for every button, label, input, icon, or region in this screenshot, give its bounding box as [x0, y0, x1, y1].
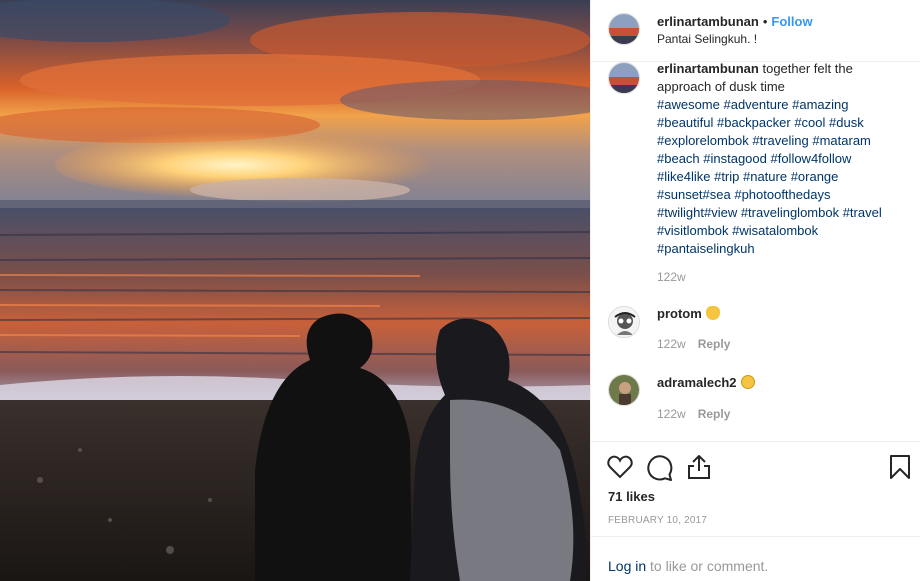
caption-avatar[interactable]	[608, 62, 640, 94]
comment-row: protom	[657, 306, 720, 321]
share-icon[interactable]	[687, 454, 711, 483]
login-link[interactable]: Log in	[608, 558, 646, 574]
post-photo[interactable]	[0, 0, 590, 581]
comment-avatar[interactable]	[608, 374, 640, 406]
likes-count[interactable]: 71 likes	[608, 489, 655, 504]
post-actions: 71 likes FEBRUARY 10, 2017	[591, 441, 920, 535]
caption-time[interactable]: 122w	[657, 270, 686, 284]
login-bar: Log in to like or comment.	[591, 536, 920, 581]
post-location[interactable]: Pantai Selingkuh. !	[657, 32, 757, 46]
comment-time[interactable]: 122w	[657, 337, 686, 351]
post-username[interactable]: erlinartambunan	[657, 14, 759, 29]
comment-meta: 122w Reply	[657, 407, 730, 421]
post-header: erlinartambunan • Follow Pantai Selingkuh.…	[591, 0, 920, 62]
sunset-beach-image	[0, 0, 590, 581]
login-rest-text: to like or comment.	[646, 558, 769, 574]
separator-dot: •	[762, 14, 768, 29]
bookmark-icon[interactable]	[889, 454, 911, 483]
post-side-panel: erlinartambunan • Follow Pantai Selingkuh.…	[590, 0, 920, 581]
comment-row: adramalech2	[657, 375, 755, 390]
comment-time[interactable]: 122w	[657, 407, 686, 421]
comments-list[interactable]: erlinartambunan together felt the approa…	[591, 62, 920, 440]
user-avatar[interactable]	[608, 13, 640, 45]
comment-username[interactable]: protom	[657, 306, 702, 321]
post-date[interactable]: FEBRUARY 10, 2017	[608, 515, 707, 526]
login-prompt: Log in to like or comment.	[608, 558, 768, 574]
grinning-face-emoji	[740, 375, 755, 389]
heart-icon[interactable]	[607, 455, 633, 482]
reply-button[interactable]: Reply	[698, 337, 731, 351]
comment-icon[interactable]	[647, 455, 673, 484]
comment-avatar[interactable]	[608, 306, 640, 338]
comment-username[interactable]: adramalech2	[657, 375, 737, 390]
caption-hashtags[interactable]: #awesome #adventure #amazing #beautiful …	[657, 96, 907, 258]
follow-button[interactable]: Follow	[771, 14, 812, 29]
caption-username[interactable]: erlinartambunan	[657, 62, 759, 76]
comment-meta: 122w Reply	[657, 337, 730, 351]
header-user-line: erlinartambunan • Follow	[657, 14, 813, 29]
reply-button[interactable]: Reply	[698, 407, 731, 421]
post-caption: erlinartambunan together felt the approa…	[657, 62, 907, 258]
ok-hand-emoji	[705, 306, 720, 320]
